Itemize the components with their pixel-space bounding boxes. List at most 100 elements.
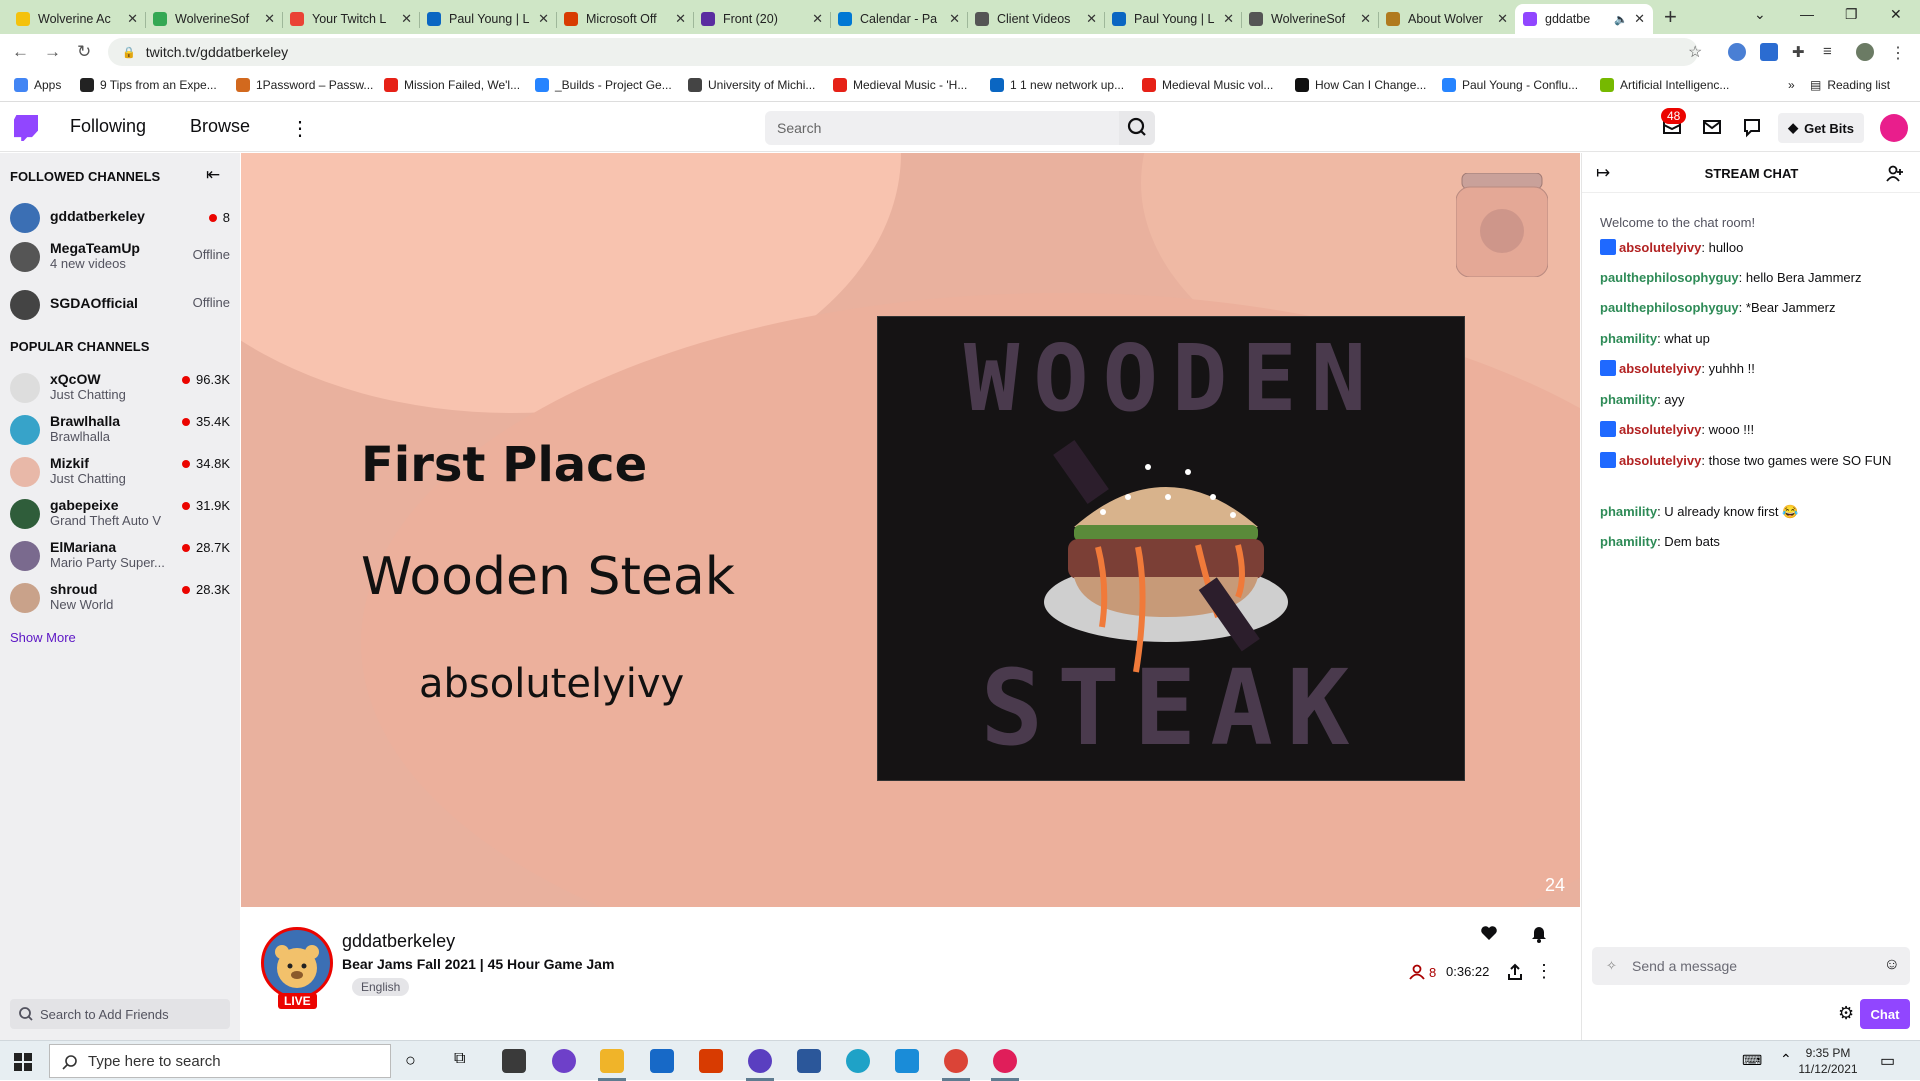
tab-close-icon[interactable]: ✕ bbox=[401, 11, 412, 27]
chat-username[interactable]: phamility bbox=[1600, 392, 1657, 407]
address-bar[interactable]: 🔒 twitch.tv/gddatberkeley bbox=[108, 38, 1698, 66]
vscode-icon[interactable] bbox=[895, 1049, 919, 1073]
puzzle-icon[interactable]: ✚ bbox=[1792, 43, 1810, 61]
file-explorer-icon[interactable] bbox=[600, 1049, 624, 1073]
twitch-logo-icon[interactable] bbox=[14, 115, 38, 141]
popular-channel-item[interactable]: shroud New World 28.3K bbox=[0, 578, 240, 618]
bookmark-star-icon[interactable]: ☆ bbox=[1688, 42, 1702, 62]
task-view-icon[interactable]: ⧉ bbox=[454, 1050, 465, 1068]
maximize-button[interactable]: ❐ bbox=[1845, 6, 1858, 23]
forward-icon[interactable]: → bbox=[44, 42, 61, 62]
bookmark-item[interactable]: Artificial Intelligenc... bbox=[1600, 78, 1729, 92]
share-icon[interactable] bbox=[1505, 962, 1525, 982]
chat-username[interactable]: paulthephilosophyguy bbox=[1600, 300, 1739, 315]
tab-close-icon[interactable]: ✕ bbox=[812, 11, 823, 27]
tab-close-icon[interactable]: ✕ bbox=[127, 11, 138, 27]
inbox-icon[interactable] bbox=[1701, 116, 1723, 138]
nav-browse[interactable]: Browse bbox=[190, 116, 250, 137]
chat-username[interactable]: absolutelyivy bbox=[1619, 422, 1701, 437]
chat-username[interactable]: phamility bbox=[1600, 504, 1657, 519]
get-bits-button[interactable]: ◆ Get Bits bbox=[1778, 113, 1864, 143]
followed-channel-item[interactable]: MegaTeamUp 4 new videos Offline bbox=[0, 237, 240, 277]
office-icon[interactable] bbox=[699, 1049, 723, 1073]
bookmark-item[interactable]: Medieval Music - 'H... bbox=[833, 78, 967, 92]
browser-tab[interactable]: Your Twitch L ✕ bbox=[282, 4, 420, 34]
clock[interactable]: 9:35 PM 11/12/2021 bbox=[1792, 1045, 1864, 1077]
followed-channel-item[interactable]: SGDAOfficial Offline bbox=[0, 285, 240, 325]
browser-tab[interactable]: gddatbe 🔈 ✕ bbox=[1515, 4, 1653, 34]
speaker-icon[interactable]: 🔈 bbox=[1614, 13, 1628, 26]
chat-username[interactable]: phamility bbox=[1600, 534, 1657, 549]
search-button[interactable] bbox=[1119, 111, 1155, 145]
tab-close-icon[interactable]: ✕ bbox=[1634, 11, 1645, 27]
collapse-sidebar-icon[interactable]: ⇤ bbox=[206, 165, 220, 185]
new-tab-button[interactable]: + bbox=[1664, 4, 1677, 30]
tab-close-icon[interactable]: ✕ bbox=[264, 11, 275, 27]
tab-close-icon[interactable]: ✕ bbox=[949, 11, 960, 27]
browser-tab[interactable]: Calendar - Pa ✕ bbox=[830, 4, 968, 34]
back-icon[interactable]: ← bbox=[12, 42, 29, 62]
extension-icon[interactable] bbox=[1760, 43, 1778, 61]
github-icon[interactable] bbox=[552, 1049, 576, 1073]
tab-search-icon[interactable]: ⌄ bbox=[1754, 6, 1766, 23]
tab-close-icon[interactable]: ✕ bbox=[675, 11, 686, 27]
followed-channel-item[interactable]: gddatberkeley 8 bbox=[0, 198, 240, 238]
browser-tab[interactable]: WolverineSof ✕ bbox=[145, 4, 283, 34]
chat-username[interactable]: absolutelyivy bbox=[1619, 361, 1701, 376]
chrome-icon[interactable] bbox=[944, 1049, 968, 1073]
add-friends-input[interactable]: Search to Add Friends bbox=[10, 999, 230, 1029]
media-control-icon[interactable]: ≡ bbox=[1823, 43, 1841, 61]
community-icon[interactable] bbox=[1886, 164, 1906, 184]
chat-send-button[interactable]: Chat bbox=[1860, 999, 1910, 1029]
word-icon[interactable] bbox=[797, 1049, 821, 1073]
reading-list[interactable]: ▤ Reading list bbox=[1810, 78, 1890, 92]
more-options-icon[interactable]: ⋮ bbox=[1535, 961, 1553, 982]
cortana-icon[interactable]: ○ bbox=[405, 1050, 416, 1071]
bookmarks-overflow-icon[interactable]: » bbox=[1788, 78, 1795, 92]
emote-icon[interactable]: ☺ bbox=[1884, 956, 1900, 974]
taskbar-search-input[interactable]: Type here to search bbox=[49, 1044, 391, 1078]
bookmark-item[interactable]: Mission Failed, We'l... bbox=[384, 78, 520, 92]
reload-icon[interactable]: ↻ bbox=[77, 42, 91, 62]
windows-start-icon[interactable] bbox=[14, 1053, 32, 1071]
more-menu-icon[interactable]: ⋮ bbox=[290, 116, 310, 141]
chat-username[interactable]: absolutelyivy bbox=[1619, 240, 1701, 255]
popular-channel-item[interactable]: Mizkif Just Chatting 34.8K bbox=[0, 452, 240, 492]
bookmark-item[interactable]: Paul Young - Conflu... bbox=[1442, 78, 1578, 92]
browser-tab[interactable]: WolverineSof ✕ bbox=[1241, 4, 1379, 34]
browser-tab[interactable]: Microsoft Off ✕ bbox=[556, 4, 694, 34]
bookmark-item[interactable]: Apps bbox=[14, 78, 61, 92]
browser-tab[interactable]: Wolverine Ac ✕ bbox=[8, 4, 146, 34]
chat-username[interactable]: paulthephilosophyguy bbox=[1600, 270, 1739, 285]
video-player[interactable]: First Place Wooden Steak absolutelyivy W… bbox=[241, 153, 1580, 907]
browser-tab[interactable]: Paul Young | L ✕ bbox=[419, 4, 557, 34]
popular-channel-item[interactable]: xQcOW Just Chatting 96.3K bbox=[0, 368, 240, 408]
chat-username[interactable]: absolutelyivy bbox=[1619, 453, 1701, 468]
edge-icon[interactable] bbox=[846, 1049, 870, 1073]
notification-center-icon[interactable]: ▭ bbox=[1880, 1051, 1895, 1071]
bookmark-item[interactable]: Medieval Music vol... bbox=[1142, 78, 1273, 92]
bell-icon[interactable] bbox=[1529, 923, 1549, 943]
close-window-button[interactable]: ✕ bbox=[1890, 6, 1902, 23]
bookmark-item[interactable]: 9 Tips from an Expe... bbox=[80, 78, 217, 92]
bookmark-item[interactable]: How Can I Change... bbox=[1295, 78, 1426, 92]
tab-close-icon[interactable]: ✕ bbox=[1086, 11, 1097, 27]
language-tag[interactable]: English bbox=[352, 978, 410, 996]
popular-channel-item[interactable]: ElMariana Mario Party Super... 28.7K bbox=[0, 536, 240, 576]
browser-tab[interactable]: Client Videos ✕ bbox=[967, 4, 1105, 34]
chat-settings-icon[interactable]: ⚙ bbox=[1838, 1003, 1854, 1024]
search-input[interactable]: Search bbox=[765, 111, 1119, 145]
bookmark-item[interactable]: 1 1 new network up... bbox=[990, 78, 1124, 92]
tab-close-icon[interactable]: ✕ bbox=[1497, 11, 1508, 27]
nav-following[interactable]: Following bbox=[70, 116, 146, 137]
more-options-icon[interactable]: ⋮ bbox=[1890, 43, 1908, 62]
discord-icon[interactable] bbox=[748, 1049, 772, 1073]
store-icon[interactable] bbox=[502, 1049, 526, 1073]
minimize-button[interactable]: — bbox=[1800, 6, 1814, 22]
chat-input[interactable]: ✧ Send a message ☺ bbox=[1592, 947, 1910, 985]
tab-close-icon[interactable]: ✕ bbox=[1360, 11, 1371, 27]
browser-tab[interactable]: About Wolver ✕ bbox=[1378, 4, 1516, 34]
tab-close-icon[interactable]: ✕ bbox=[1223, 11, 1234, 27]
keyboard-icon[interactable]: ⌨ bbox=[1742, 1052, 1762, 1069]
popular-channel-item[interactable]: Brawlhalla Brawlhalla 35.4K bbox=[0, 410, 240, 450]
